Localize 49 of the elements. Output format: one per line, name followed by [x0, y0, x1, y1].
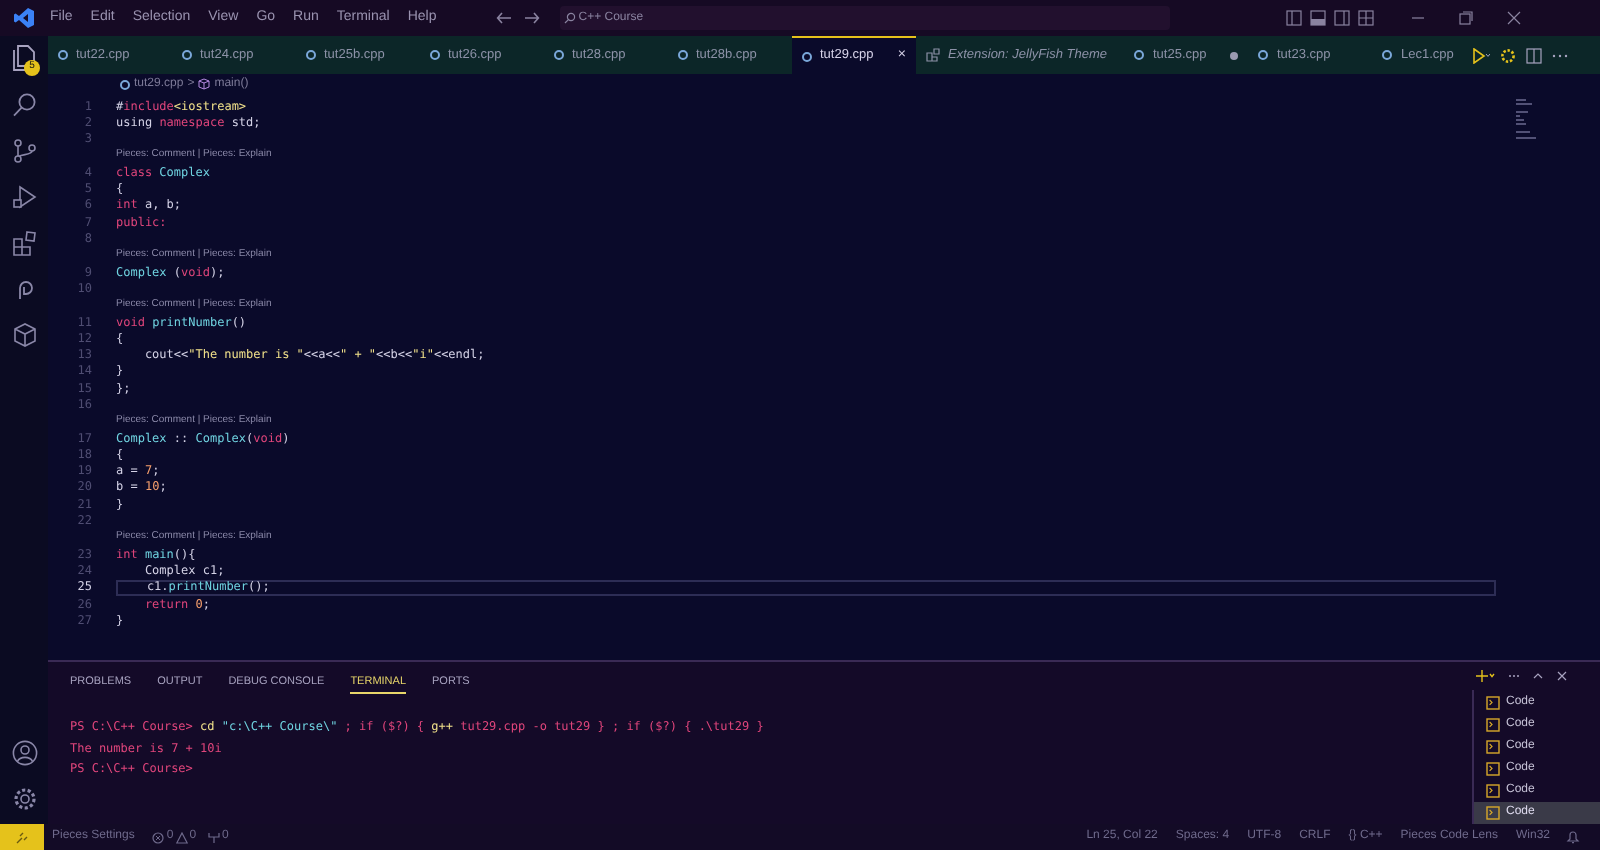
terminal-icon: [1486, 784, 1500, 798]
terminal-icon: [1486, 696, 1500, 710]
terminal-icon: [1486, 740, 1500, 754]
layout-split-icon[interactable]: [1334, 10, 1351, 26]
close-icon[interactable]: [1506, 10, 1523, 26]
remote-icon: [16, 831, 28, 843]
settings-icon[interactable]: [11, 786, 37, 812]
error-icon: [152, 831, 165, 843]
search-icon: [564, 12, 577, 24]
cpp-file-icon: [182, 50, 192, 60]
forward-arrow-icon[interactable]: [524, 12, 541, 24]
account-icon[interactable]: [11, 740, 37, 766]
warning-icon: [175, 831, 188, 843]
layout-sidebar-icon[interactable]: [1286, 10, 1303, 26]
cpp-file-icon: [802, 51, 812, 61]
cube-icon: [198, 78, 211, 90]
back-arrow-icon[interactable]: [496, 12, 513, 24]
layout-panel-icon[interactable]: [1310, 10, 1327, 26]
bell-icon[interactable]: [1566, 830, 1580, 844]
new-terminal-icon[interactable]: [1476, 670, 1496, 682]
search-icon[interactable]: [11, 92, 37, 118]
cpp-file-icon: [306, 50, 316, 60]
run-icon[interactable]: [1472, 47, 1490, 63]
terminal-icon: [1486, 718, 1500, 732]
ports-icon: [208, 831, 221, 843]
layout-grid-icon[interactable]: [1358, 10, 1375, 26]
split-editor-icon[interactable]: [1526, 47, 1542, 63]
gear-icon[interactable]: [1500, 47, 1516, 63]
app-logo-icon: [14, 8, 34, 28]
restore-icon[interactable]: [1458, 10, 1475, 26]
minimap-drawing: [1516, 98, 1540, 142]
files-icon[interactable]: [10, 44, 38, 72]
cpp-file-icon: [430, 50, 440, 60]
terminal-icon: [1486, 806, 1500, 820]
maximize-panel-icon[interactable]: [1532, 670, 1544, 682]
cpp-file-icon: [58, 50, 68, 60]
run-debug-icon[interactable]: [11, 184, 37, 210]
extensions-icon[interactable]: [11, 230, 37, 256]
cpp-file-icon: [120, 79, 130, 89]
cpp-file-icon: [678, 50, 688, 60]
close-icon[interactable]: [1556, 670, 1568, 682]
package-icon[interactable]: [11, 322, 37, 348]
extensions-icon: [926, 48, 940, 62]
cpp-file-icon: [1258, 50, 1269, 60]
terminal-icon: [1486, 762, 1500, 776]
source-control-icon[interactable]: [11, 138, 37, 164]
cpp-file-icon: [1134, 50, 1145, 60]
cpp-file-icon: [554, 50, 564, 60]
cpp-file-icon: [1382, 50, 1393, 60]
